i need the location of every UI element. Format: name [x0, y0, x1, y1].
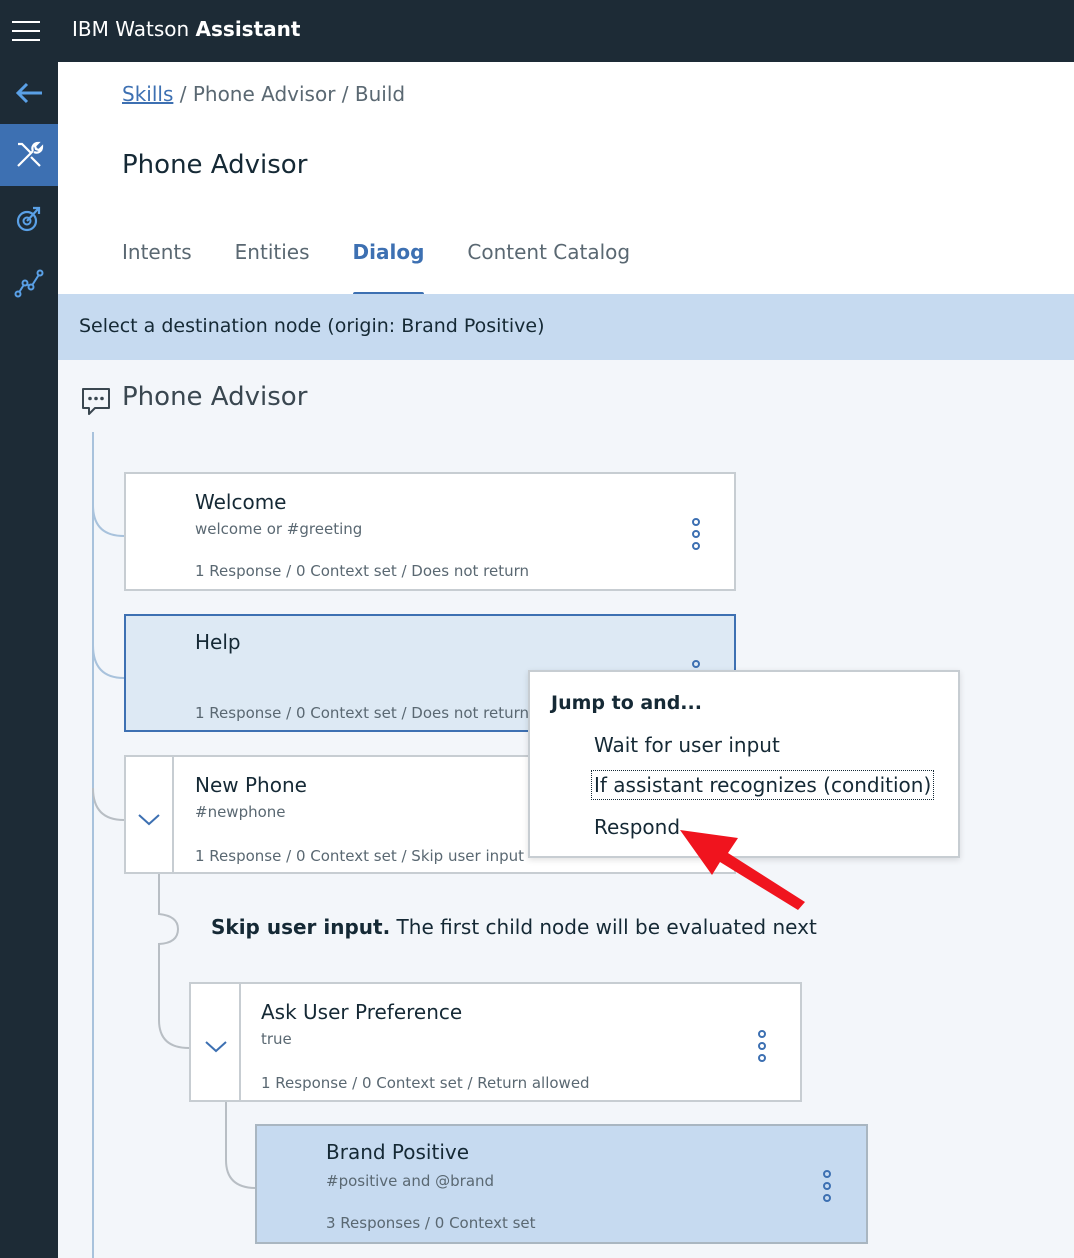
breadcrumb-path: / Phone Advisor / Build: [179, 82, 406, 106]
node-condition: #newphone: [195, 803, 286, 821]
dialog-node-brand-positive[interactable]: Brand Positive #positive and @brand 3 Re…: [255, 1124, 868, 1244]
node-condition: #positive and @brand: [326, 1172, 495, 1190]
dialog-node-welcome[interactable]: Welcome welcome or #greeting 1 Response …: [124, 472, 736, 591]
chevron-down-icon: [138, 814, 160, 826]
node-condition: true: [261, 1030, 292, 1048]
top-bar: IBM Watson Assistant: [0, 0, 1074, 62]
node-title: Ask User Preference: [261, 1000, 463, 1024]
page-header: Skills / Phone Advisor / Build Phone Adv…: [58, 62, 1074, 296]
popup-item-wait-for-user-input[interactable]: Wait for user input: [594, 733, 780, 757]
skip-user-input-note: Skip user input. The first child node wi…: [211, 915, 817, 939]
node-overflow-menu-icon[interactable]: [821, 1170, 833, 1204]
tab-entities[interactable]: Entities: [235, 240, 310, 294]
node-overflow-menu-icon[interactable]: [690, 518, 702, 552]
tab-content-catalog[interactable]: Content Catalog: [467, 240, 630, 294]
node-meta: 1 Response / 0 Context set / Does not re…: [195, 704, 530, 722]
node-expander[interactable]: [126, 757, 174, 872]
chat-bubble-icon: [82, 388, 110, 415]
node-condition: welcome or #greeting: [195, 520, 363, 538]
app-title: IBM Watson Assistant: [72, 17, 301, 41]
improve-icon[interactable]: [0, 188, 58, 250]
destination-banner: Select a destination node (origin: Brand…: [58, 294, 1074, 360]
popup-item-respond[interactable]: Respond: [594, 815, 680, 839]
page-title: Phone Advisor: [122, 150, 308, 180]
back-arrow-icon[interactable]: [0, 62, 58, 124]
analytics-icon[interactable]: [0, 252, 58, 314]
node-meta: 3 Responses / 0 Context set: [326, 1214, 536, 1232]
node-overflow-menu-icon[interactable]: [756, 1030, 768, 1064]
tools-icon[interactable]: [0, 124, 58, 186]
breadcrumb: Skills / Phone Advisor / Build: [122, 82, 405, 106]
tab-bar: Intents Entities Dialog Content Catalog: [122, 240, 673, 296]
dialog-title: Phone Advisor: [122, 382, 308, 412]
node-title: Welcome: [195, 490, 287, 514]
popup-item-if-assistant-recognizes[interactable]: If assistant recognizes (condition): [590, 770, 935, 800]
node-title: Brand Positive: [326, 1140, 470, 1164]
left-rail: [0, 62, 58, 1258]
breadcrumb-skills-link[interactable]: Skills: [122, 82, 173, 106]
tab-intents[interactable]: Intents: [122, 240, 192, 294]
dialog-node-ask-user-preference[interactable]: Ask User Preference true 1 Response / 0 …: [189, 982, 802, 1102]
node-meta: 1 Response / 0 Context set / Skip user i…: [195, 847, 525, 865]
chevron-down-icon: [205, 1041, 227, 1053]
node-meta: 1 Response / 0 Context set / Does not re…: [195, 562, 530, 580]
node-title: Help: [195, 630, 241, 654]
node-expander[interactable]: [191, 984, 241, 1100]
jump-to-popup: Jump to and... Wait for user input If as…: [528, 670, 960, 858]
hamburger-menu-icon[interactable]: [12, 20, 40, 42]
node-meta: 1 Response / 0 Context set / Return allo…: [261, 1074, 590, 1092]
popup-title: Jump to and...: [551, 692, 702, 714]
tab-dialog[interactable]: Dialog: [352, 240, 424, 296]
banner-text: Select a destination node (origin: Brand…: [79, 315, 545, 337]
node-title: New Phone: [195, 773, 307, 797]
